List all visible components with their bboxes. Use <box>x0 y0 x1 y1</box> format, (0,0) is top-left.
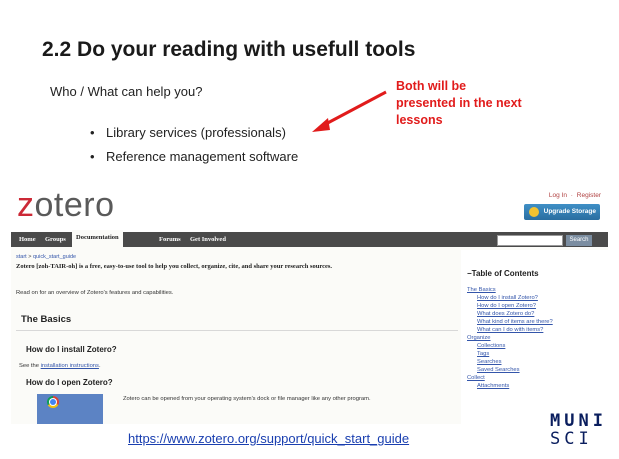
toc-item-organize[interactable]: Organize <box>467 335 491 341</box>
toc-item-searches[interactable]: Searches <box>477 359 502 365</box>
sci-logo-line: SCI <box>550 429 593 449</box>
auth-separator: · <box>570 192 573 199</box>
search-input[interactable] <box>497 235 563 246</box>
toc-item-collections[interactable]: Collections <box>477 343 505 349</box>
breadcrumb-start[interactable]: start <box>16 254 27 260</box>
zotero-logo-z: z <box>17 188 35 224</box>
bullet-reference-software: Reference management software <box>90 149 298 173</box>
breadcrumb-separator: > <box>28 254 32 260</box>
zotero-header: zotero Log In · Register Upgrade Storage <box>11 188 608 232</box>
toc-item-install[interactable]: How do I install Zotero? <box>477 295 538 301</box>
nav-get-involved[interactable]: Get Involved <box>190 232 226 247</box>
open-heading: How do I open Zotero? <box>26 378 113 387</box>
toc-item-what-does[interactable]: What does Zotero do? <box>477 311 534 317</box>
auth-links: Log In · Register <box>547 192 601 199</box>
bullet-list: Library services (professionals) Referen… <box>90 125 298 173</box>
upgrade-storage-label: Upgrade Storage <box>543 208 596 215</box>
search-button[interactable]: Search <box>566 235 592 246</box>
table-of-contents: −Table of Contents The Basics How do I i… <box>461 250 608 424</box>
installation-instructions-link[interactable]: installation instructions <box>41 363 99 369</box>
red-arrow-icon <box>312 90 387 132</box>
install-text: See the installation instructions. <box>19 363 101 369</box>
bullet-library-services: Library services (professionals) <box>90 125 298 149</box>
toc-item-saved-searches[interactable]: Saved Searches <box>477 367 520 373</box>
install-text-prefix: See the <box>19 363 41 369</box>
breadcrumb: start > quick_start_guide <box>16 254 76 260</box>
install-text-suffix: . <box>98 363 101 369</box>
nav-forums[interactable]: Forums <box>159 232 181 247</box>
page-content: start > quick_start_guide Zotero [zoh-TA… <box>11 250 608 424</box>
zotero-screenshot: zotero Log In · Register Upgrade Storage… <box>11 188 608 424</box>
intro-text: Zotero [zoh-TAIR-oh] is a free, easy-to-… <box>16 263 333 270</box>
toc-item-tags[interactable]: Tags <box>477 351 489 357</box>
nav-home[interactable]: Home <box>19 232 36 247</box>
divider <box>16 330 458 331</box>
toc-item-collect[interactable]: Collect <box>467 375 485 381</box>
slide-title: 2.2 Do your reading with usefull tools <box>42 38 416 61</box>
zotero-logo-rest: otero <box>34 188 115 224</box>
muni-sci-logo: MUNI SCI <box>550 412 607 448</box>
upgrade-storage-button[interactable]: Upgrade Storage <box>524 204 600 220</box>
register-link[interactable]: Register <box>577 192 601 199</box>
basics-heading: The Basics <box>21 314 72 325</box>
overview-text: Read on for an overview of Zotero's feat… <box>16 290 174 296</box>
toc-title[interactable]: −Table of Contents <box>467 269 539 278</box>
quick-start-url[interactable]: https://www.zotero.org/support/quick_sta… <box>128 431 409 446</box>
open-text: Zotero can be opened from your operating… <box>123 396 371 402</box>
toc-item-the-basics[interactable]: The Basics <box>467 287 496 293</box>
install-heading: How do I install Zotero? <box>26 345 117 354</box>
chrome-icon <box>47 396 59 408</box>
zotero-logo[interactable]: zotero <box>17 188 115 225</box>
toc-item-do-with-items[interactable]: What can I do with items? <box>477 327 543 333</box>
muni-logo-line: MUNI <box>550 411 607 431</box>
toc-item-attachments[interactable]: Attachments <box>477 383 509 389</box>
storage-icon <box>529 207 539 217</box>
nav-groups[interactable]: Groups <box>45 232 66 247</box>
nav-documentation[interactable]: Documentation <box>72 230 123 247</box>
callout-note: Both will be presented in the next lesso… <box>396 79 522 127</box>
login-link[interactable]: Log In <box>549 192 567 199</box>
toc-item-kind-of-items[interactable]: What kind of items are there? <box>477 319 553 325</box>
question-text: Who / What can help you? <box>50 84 203 99</box>
breadcrumb-page[interactable]: quick_start_guide <box>33 254 76 260</box>
toc-item-open[interactable]: How do I open Zotero? <box>477 303 536 309</box>
